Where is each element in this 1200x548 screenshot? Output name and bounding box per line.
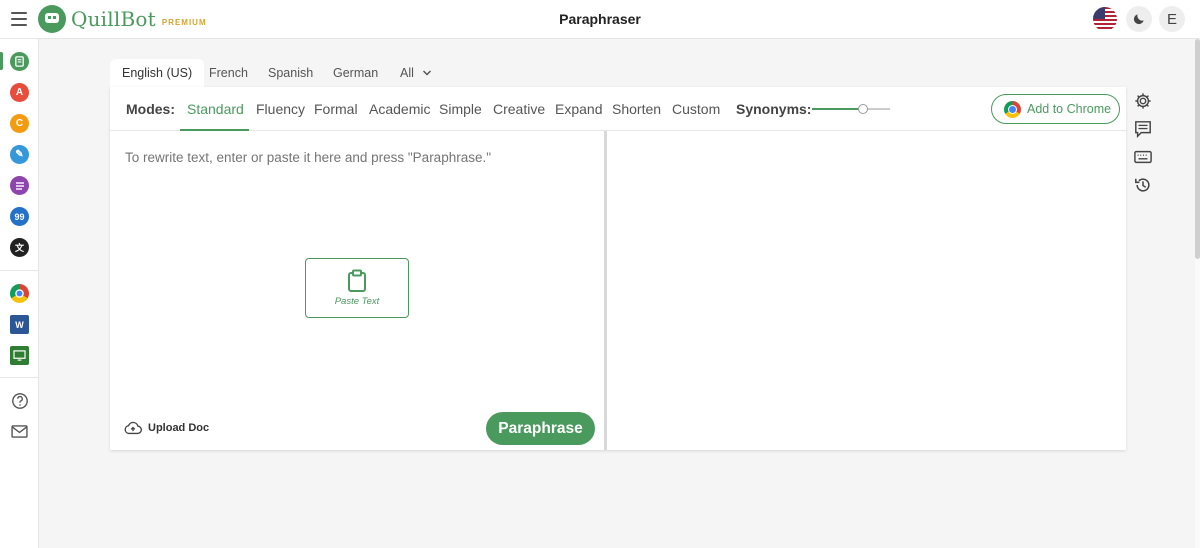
active-mode-underline	[180, 129, 249, 131]
paste-text-button[interactable]: Paste Text	[305, 258, 409, 318]
active-indicator	[0, 52, 3, 70]
mode-creative[interactable]: Creative	[493, 101, 545, 117]
scrollbar-thumb[interactable]	[1195, 39, 1200, 259]
mode-expand[interactable]: Expand	[555, 101, 602, 117]
upload-doc-button[interactable]: Upload Doc	[124, 421, 209, 435]
mode-fluency[interactable]: Fluency	[256, 101, 305, 117]
left-sidebar: A C ✎ 99 文 W	[0, 39, 39, 548]
page-scrollbar[interactable]	[1195, 39, 1200, 548]
tab-spanish[interactable]: Spanish	[268, 59, 313, 87]
modes-bar: Modes: Standard Fluency Formal Academic …	[110, 87, 1126, 131]
desktop-app-icon[interactable]	[10, 346, 29, 365]
summarizer-icon[interactable]	[10, 176, 29, 195]
tab-all-languages[interactable]: All	[400, 59, 432, 87]
mode-standard[interactable]: Standard	[187, 101, 244, 117]
paste-text-label: Paste Text	[334, 296, 380, 307]
settings-gear-icon[interactable]	[1134, 92, 1152, 110]
mode-formal[interactable]: Formal	[314, 101, 358, 117]
mode-custom[interactable]: Custom	[672, 101, 720, 117]
word-addin-icon[interactable]: W	[10, 315, 29, 334]
sidebar-divider	[0, 377, 39, 378]
plagiarism-checker-icon[interactable]: C	[10, 114, 29, 133]
upload-doc-label: Upload Doc	[148, 422, 210, 434]
citation-generator-icon[interactable]: 99	[10, 207, 29, 226]
help-icon[interactable]	[10, 391, 29, 410]
modes-label: Modes:	[126, 101, 175, 117]
paraphraser-icon[interactable]	[10, 52, 29, 71]
paraphraser-card: Modes: Standard Fluency Formal Academic …	[110, 87, 1126, 450]
user-avatar[interactable]: E	[1159, 6, 1185, 32]
synonyms-slider-knob[interactable]	[857, 104, 868, 114]
translator-icon[interactable]: 文	[10, 238, 29, 257]
mode-shorten[interactable]: Shorten	[612, 101, 661, 117]
moon-icon	[1133, 14, 1144, 25]
page-title: Paraphraser	[559, 11, 641, 27]
mail-icon[interactable]	[10, 422, 29, 441]
tab-german[interactable]: German	[333, 59, 378, 87]
synonyms-slider[interactable]	[812, 104, 890, 114]
grammar-checker-icon[interactable]: A	[10, 83, 29, 102]
cloud-upload-icon	[124, 421, 142, 435]
sidebar-divider	[0, 270, 39, 271]
all-languages-label: All	[400, 66, 414, 80]
co-writer-icon[interactable]: ✎	[10, 145, 29, 164]
add-to-chrome-label: Add to Chrome	[1027, 102, 1112, 116]
output-pane[interactable]	[607, 131, 1126, 450]
chrome-extension-icon[interactable]	[10, 284, 29, 303]
dark-mode-toggle[interactable]	[1126, 6, 1152, 32]
synonyms-label: Synonyms:	[736, 101, 812, 117]
us-flag-icon[interactable]	[1093, 7, 1117, 31]
tab-french[interactable]: French	[209, 59, 248, 87]
feedback-comment-icon[interactable]	[1134, 120, 1152, 138]
paraphrase-button[interactable]: Paraphrase	[486, 412, 595, 445]
chevron-down-icon	[422, 70, 431, 76]
keyboard-icon[interactable]	[1134, 148, 1152, 166]
mode-academic[interactable]: Academic	[369, 101, 430, 117]
tab-english-us[interactable]: English (US)	[110, 59, 205, 87]
clipboard-icon	[348, 269, 366, 292]
chrome-icon	[1004, 100, 1021, 118]
top-header: QuillBot PREMIUM Paraphraser E	[0, 0, 1200, 39]
synonyms-slider-fill	[812, 108, 863, 110]
history-icon[interactable]	[1134, 176, 1152, 194]
mode-simple[interactable]: Simple	[439, 101, 482, 117]
add-to-chrome-button[interactable]: Add to Chrome	[991, 94, 1120, 124]
